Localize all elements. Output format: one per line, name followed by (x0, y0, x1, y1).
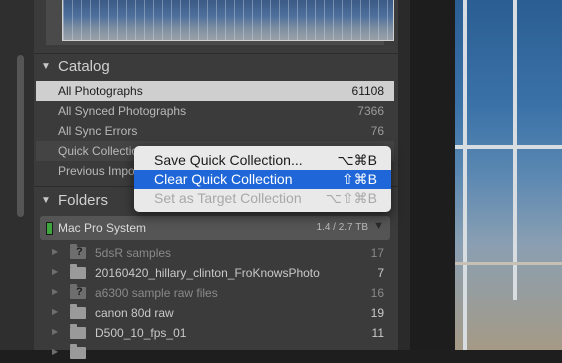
window-frame-bar (463, 0, 467, 350)
volume-status-led-icon (46, 222, 53, 235)
folder-icon (70, 344, 86, 359)
window-frame-bar (455, 145, 562, 149)
folder-icon (70, 304, 86, 319)
menu-item-label: Save Quick Collection... (154, 152, 303, 168)
catalog-item-count: 76 (370, 124, 384, 138)
folder-row[interactable]: ▶ ? a6300 sample raw files 16 (36, 283, 394, 303)
catalog-item-all-synced-photographs[interactable]: All Synced Photographs 7366 (36, 101, 394, 121)
menu-item-label: Clear Quick Collection (154, 171, 293, 187)
volume-mac-pro-system[interactable]: Mac Pro System 1.4 / 2.7 TB ▼ (40, 216, 390, 240)
folder-label: a6300 sample raw files (95, 286, 218, 300)
volume-menu-arrow-icon[interactable]: ▼ (373, 220, 384, 232)
folder-count: 17 (370, 246, 384, 260)
folder-row[interactable]: ▶ ? 5dsR samples 17 (36, 243, 394, 263)
catalog-item-label: Previous Import (58, 164, 143, 178)
menu-item-shortcut: ⇧⌘B (341, 171, 377, 187)
folder-row[interactable]: ▶ D500_10_fps_01 11 (36, 323, 394, 343)
expand-triangle-icon[interactable]: ▶ (52, 347, 58, 356)
window-frame-bar (455, 262, 562, 265)
folder-row-partial[interactable]: ▶ (36, 343, 394, 363)
menu-item-shortcut: ⌥⇧⌘B (325, 190, 377, 206)
disclosure-triangle-icon[interactable]: ▼ (41, 61, 51, 72)
window-frame-bar (513, 0, 517, 300)
left-edge-strip (0, 0, 34, 350)
menu-item-shortcut: ⌥⌘B (337, 152, 377, 168)
folder-row[interactable]: ▶ 20160420_hillary_clinton_FroKnowsPhoto… (36, 263, 394, 283)
folder-count: 19 (370, 306, 384, 320)
catalog-item-label: All Synced Photographs (58, 104, 187, 118)
folder-count: 16 (370, 286, 384, 300)
main-photo-preview[interactable] (455, 0, 562, 350)
catalog-item-all-sync-errors[interactable]: All Sync Errors 76 (36, 121, 394, 141)
menu-item-set-as-target-collection[interactable]: Set as Target Collection ⌥⇧⌘B (134, 189, 391, 208)
catalog-item-label: Quick Collection (58, 144, 145, 158)
catalog-header[interactable]: ▼ Catalog (34, 54, 398, 80)
menu-item-save-quick-collection[interactable]: Save Quick Collection... ⌥⌘B (134, 151, 391, 170)
folder-icon (70, 324, 86, 339)
question-mark-icon: ? (76, 246, 83, 258)
expand-triangle-icon[interactable]: ▶ (52, 267, 58, 276)
volume-size: 1.4 / 2.7 TB (316, 222, 368, 233)
navigator-thumbnail[interactable] (62, 0, 394, 41)
question-mark-icon: ? (76, 286, 83, 298)
catalog-item-label: All Sync Errors (58, 124, 138, 138)
folder-count: 7 (377, 266, 384, 280)
folder-row[interactable]: ▶ canon 80d raw 19 (36, 303, 394, 323)
expand-triangle-icon[interactable]: ▶ (52, 327, 58, 336)
menu-item-label: Set as Target Collection (154, 190, 302, 206)
catalog-title: Catalog (58, 58, 110, 75)
folder-label: 20160420_hillary_clinton_FroKnowsPhoto (95, 266, 320, 280)
quick-collection-context-menu: Save Quick Collection... ⌥⌘B Clear Quick… (134, 146, 391, 212)
catalog-item-count: 7366 (357, 104, 384, 118)
expand-triangle-icon[interactable]: ▶ (52, 307, 58, 316)
catalog-item-count: 61108 (351, 84, 384, 98)
folder-label: D500_10_fps_01 (95, 326, 187, 340)
folder-count: 11 (371, 326, 384, 340)
disclosure-triangle-icon[interactable]: ▼ (41, 195, 51, 206)
folders-title: Folders (58, 192, 109, 209)
catalog-item-label: All Photographs (58, 84, 143, 98)
volume-name: Mac Pro System (58, 221, 147, 235)
folder-label: 5dsR samples (95, 246, 172, 260)
expand-triangle-icon[interactable]: ▶ (52, 247, 58, 256)
panel-edge (398, 0, 410, 350)
expand-triangle-icon[interactable]: ▶ (52, 287, 58, 296)
panel-gap (410, 0, 455, 350)
menu-item-clear-quick-collection[interactable]: Clear Quick Collection ⇧⌘B (134, 170, 391, 189)
catalog-item-all-photographs[interactable]: All Photographs 61108 (36, 81, 394, 101)
panel-scrollbar[interactable] (17, 55, 24, 217)
navigator-preview (46, 0, 394, 45)
folder-icon (70, 264, 86, 279)
folder-label: canon 80d raw (95, 306, 174, 320)
